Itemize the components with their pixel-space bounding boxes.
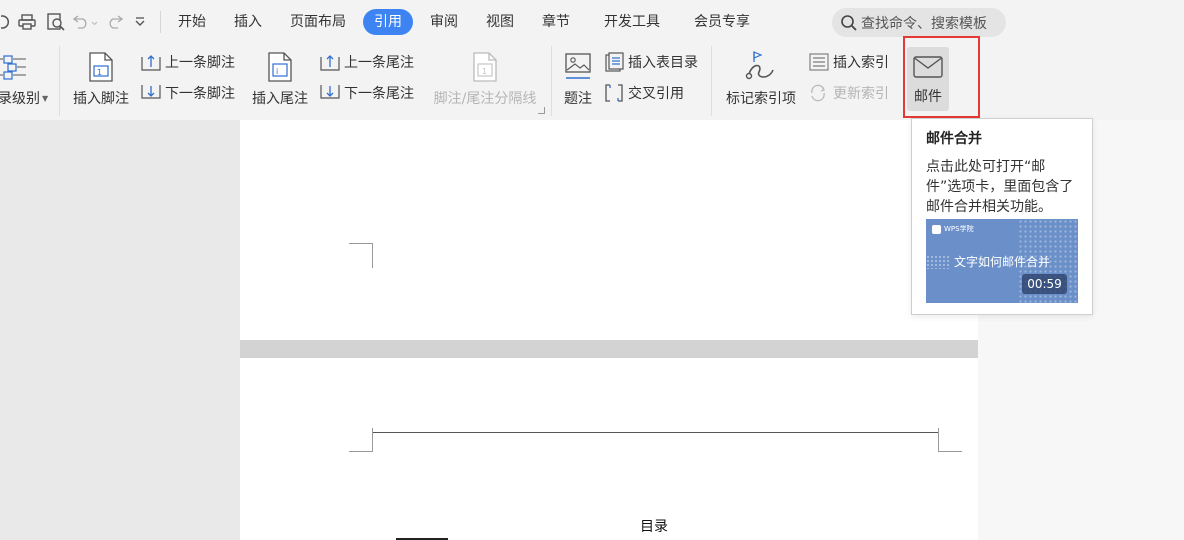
- tab-insert[interactable]: 插入: [223, 9, 273, 35]
- footnote-separator-button[interactable]: 1 脚注/尾注分隔线: [428, 48, 542, 114]
- tab-page-layout[interactable]: 页面布局: [279, 9, 357, 35]
- tab-review[interactable]: 审阅: [419, 9, 469, 35]
- margin-corner-mark: [938, 428, 962, 452]
- insert-index-label: 插入索引: [833, 55, 889, 71]
- next-footnote-button[interactable]: 下一条脚注: [140, 81, 235, 105]
- next-endnote-icon: [319, 83, 341, 103]
- footnote-separator-label: 脚注/尾注分隔线: [433, 91, 537, 107]
- insert-index-button[interactable]: 插入索引: [808, 50, 889, 74]
- decorative-dot-pattern: [926, 255, 950, 269]
- video-title: 文字如何邮件合并: [954, 255, 1051, 269]
- next-footnote-icon: [140, 83, 162, 103]
- dropdown-caret-icon: ▼: [42, 93, 49, 103]
- tab-member[interactable]: 会员专享: [683, 9, 761, 35]
- dialog-launcher-icon[interactable]: [538, 107, 545, 114]
- command-search-box[interactable]: 查找命令、搜索模板: [832, 8, 1006, 37]
- previous-endnote-button[interactable]: 上一条尾注: [319, 50, 414, 74]
- clipped-text-line: [396, 536, 452, 540]
- separator-doc-icon: 1: [473, 48, 497, 82]
- insert-index-icon: [808, 52, 830, 72]
- references-ribbon: 录级别 ▼ 1 插入脚注 上一条脚注 下一条脚注 i 插入尾注 上一条尾注 下一…: [0, 44, 1184, 120]
- update-index-icon: [808, 83, 830, 103]
- video-brand-label: WPS学院: [944, 225, 974, 233]
- update-index-label: 更新索引: [833, 86, 889, 102]
- menu-bar: 开始 插入 页面布局 引用 审阅 视图 章节 开发工具 会员专享 查找命令、搜索…: [0, 0, 1184, 44]
- tab-developer[interactable]: 开发工具: [593, 9, 671, 35]
- svg-text:i: i: [276, 67, 278, 76]
- cross-reference-label: 交叉引用: [628, 86, 684, 102]
- image-caption-icon: [564, 48, 592, 82]
- circle-icon[interactable]: [0, 8, 12, 36]
- table-of-figures-icon: [603, 52, 625, 72]
- quick-access-toolbar: [0, 0, 167, 44]
- search-placeholder: 查找命令、搜索模板: [861, 15, 987, 32]
- tab-references[interactable]: 引用: [363, 9, 413, 35]
- tab-home[interactable]: 开始: [167, 9, 217, 35]
- insert-table-of-figures-label: 插入表目录: [628, 55, 698, 71]
- svg-text:1: 1: [97, 68, 102, 77]
- redo-icon[interactable]: [102, 8, 128, 36]
- mark-index-icon: [745, 48, 777, 82]
- tab-view[interactable]: 视图: [475, 9, 525, 35]
- search-icon: [841, 14, 857, 31]
- toolbar-divider: [160, 11, 161, 33]
- mail-merge-tooltip: 邮件合并 点击此处可打开“邮件”选项卡，里面包含了邮件合并相关功能。 WPS学院…: [911, 118, 1093, 315]
- previous-endnote-label: 上一条尾注: [344, 55, 414, 71]
- svg-text:1: 1: [482, 67, 487, 76]
- video-duration-badge: 00:59: [1022, 274, 1067, 294]
- customize-toolbar-icon[interactable]: [128, 8, 152, 36]
- insert-footnote-label: 插入脚注: [73, 91, 129, 107]
- tab-chapter[interactable]: 章节: [531, 9, 581, 35]
- document-page-1[interactable]: [240, 120, 978, 340]
- tooltip-title: 邮件合并: [926, 131, 982, 147]
- tutorial-video-thumbnail[interactable]: WPS学院 文字如何邮件合并 00:59: [926, 219, 1078, 303]
- wps-logo-icon: [932, 224, 941, 234]
- margin-corner-mark: [349, 428, 373, 452]
- undo-icon[interactable]: [70, 8, 102, 36]
- footnote-doc-icon: 1: [89, 48, 113, 82]
- ribbon-divider: [551, 46, 552, 116]
- previous-endnote-icon: [319, 52, 341, 72]
- insert-footnote-button[interactable]: 1 插入脚注: [70, 48, 132, 114]
- update-index-button[interactable]: 更新索引: [808, 81, 889, 105]
- toc-heading: 目录: [640, 519, 668, 535]
- toc-level-button[interactable]: 录级别 ▼: [0, 48, 48, 114]
- margin-corner-mark: [349, 243, 373, 268]
- print-icon[interactable]: [12, 8, 42, 36]
- insert-endnote-label: 插入尾注: [252, 91, 308, 107]
- caption-label: 题注: [564, 91, 592, 107]
- print-preview-icon[interactable]: [42, 8, 70, 36]
- ribbon-divider: [711, 46, 712, 116]
- wps-writer-window: 开始 插入 页面布局 引用 审阅 视图 章节 开发工具 会员专享 查找命令、搜索…: [0, 0, 1184, 540]
- endnote-doc-icon: i: [268, 48, 292, 82]
- cross-reference-button[interactable]: 交叉引用: [603, 81, 684, 105]
- insert-table-of-figures-button[interactable]: 插入表目录: [603, 50, 698, 74]
- wps-academy-brand: WPS学院: [932, 224, 974, 234]
- next-endnote-label: 下一条尾注: [344, 86, 414, 102]
- ribbon-divider: [59, 46, 60, 116]
- previous-footnote-icon: [140, 52, 162, 72]
- page-gap: [240, 340, 978, 358]
- previous-footnote-button[interactable]: 上一条脚注: [140, 50, 235, 74]
- mark-index-entry-label: 标记索引项: [726, 91, 796, 107]
- toc-level-label: 录级别: [0, 91, 40, 107]
- mark-index-entry-button[interactable]: 标记索引项: [722, 48, 800, 114]
- toc-level-icon: [0, 48, 28, 82]
- caption-button[interactable]: 题注: [560, 48, 596, 114]
- mail-button[interactable]: 邮件: [907, 47, 949, 111]
- header-rule-line: [373, 432, 938, 433]
- cross-reference-icon: [603, 83, 625, 103]
- next-footnote-label: 下一条脚注: [165, 86, 235, 102]
- tooltip-body: 点击此处可打开“邮件”选项卡，里面包含了邮件合并相关功能。: [926, 159, 1074, 215]
- envelope-icon: [913, 52, 943, 82]
- previous-footnote-label: 上一条脚注: [165, 55, 235, 71]
- mail-label: 邮件: [914, 89, 942, 105]
- insert-endnote-button[interactable]: i 插入尾注: [249, 48, 311, 114]
- next-endnote-button[interactable]: 下一条尾注: [319, 81, 414, 105]
